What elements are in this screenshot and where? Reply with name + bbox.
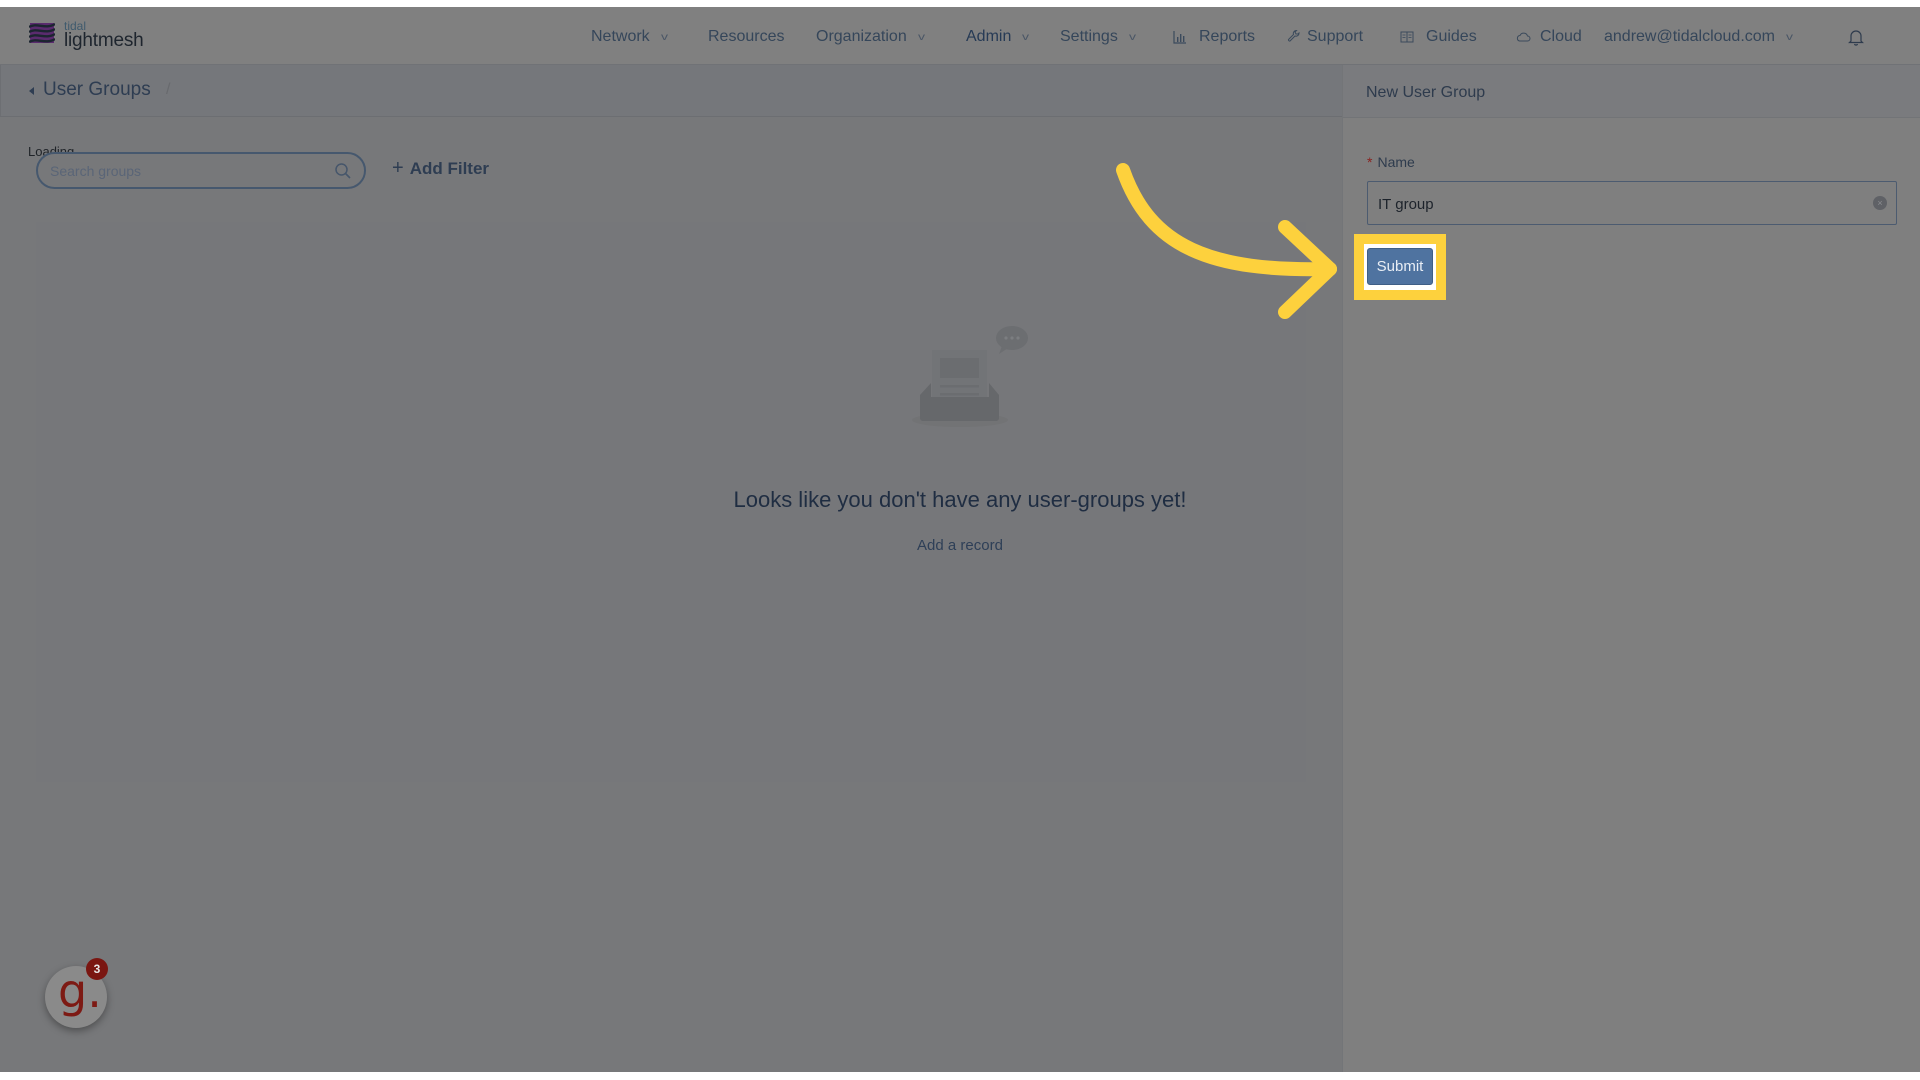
help-widget-button[interactable]: g. 3 <box>45 958 108 1028</box>
nav-network-label: Network <box>591 28 650 45</box>
user-menu[interactable]: andrew@tidalcloud.com v <box>1604 27 1793 47</box>
search-icon[interactable] <box>334 162 352 180</box>
nav-resources-label: Resources <box>708 28 785 45</box>
nav-admin[interactable]: Admin v <box>966 27 1030 47</box>
plus-icon: + <box>392 157 404 179</box>
nav-reports[interactable]: Reports <box>1173 27 1255 47</box>
logo[interactable]: tidal lightmesh <box>29 18 149 54</box>
add-filter-label: Add Filter <box>409 158 490 178</box>
nav-cloud-label: Cloud <box>1540 28 1582 45</box>
bar-chart-icon <box>1173 31 1186 44</box>
nav-support[interactable]: Support <box>1287 27 1363 47</box>
nav-organization[interactable]: Organization v <box>816 27 925 47</box>
user-email: andrew@tidalcloud.com <box>1604 28 1775 45</box>
cloud-icon <box>1516 32 1531 42</box>
notifications-button[interactable] <box>1848 27 1864 47</box>
panel-header: New User Group <box>1343 65 1920 118</box>
lightmesh-logo-icon <box>29 22 55 44</box>
name-label-text: Name <box>1377 154 1415 170</box>
empty-inbox-illustration <box>912 326 1028 427</box>
app-screen: tidal lightmesh Network v Resources Orga… <box>0 7 1920 1072</box>
breadcrumb: User Groups / <box>0 65 1342 117</box>
bell-icon <box>1848 29 1864 46</box>
chevron-down-icon: v <box>660 31 668 43</box>
breadcrumb-separator: / <box>166 81 171 98</box>
submit-highlight-inner: Submit <box>1364 244 1436 290</box>
panel-title: New User Group <box>1366 84 1486 101</box>
top-nav-bar: tidal lightmesh Network v Resources Orga… <box>0 7 1920 65</box>
book-icon <box>1400 31 1414 43</box>
clear-input-icon[interactable]: × <box>1873 196 1887 210</box>
page-title[interactable]: User Groups <box>43 79 151 101</box>
chevron-down-icon: v <box>1786 31 1793 43</box>
new-user-group-panel: New User Group *Name × <box>1342 65 1920 1072</box>
nav-admin-label: Admin <box>966 28 1012 45</box>
nav-resources[interactable]: Resources <box>708 27 784 47</box>
required-marker: * <box>1367 154 1373 170</box>
submit-highlight-box: Submit <box>1354 234 1446 300</box>
nav-network[interactable]: Network v <box>591 27 668 47</box>
name-field[interactable]: × <box>1367 181 1897 225</box>
nav-organization-label: Organization <box>816 28 907 45</box>
search-input[interactable] <box>50 162 320 180</box>
name-field-label: * Name <box>1367 154 1415 170</box>
nav-cloud[interactable]: Cloud <box>1516 27 1582 47</box>
nav-settings[interactable]: Settings v <box>1060 27 1136 47</box>
nav-settings-label: Settings <box>1060 28 1118 45</box>
chevron-down-icon: v <box>1128 31 1136 43</box>
nav-reports-label: Reports <box>1199 28 1256 45</box>
submit-button[interactable]: Submit <box>1367 248 1433 285</box>
back-arrow-icon[interactable] <box>29 87 34 95</box>
nav-guides-label: Guides <box>1426 28 1477 45</box>
notification-count-badge: 3 <box>86 958 108 980</box>
chevron-down-icon: v <box>1022 31 1030 43</box>
search-groups[interactable] <box>36 152 366 189</box>
add-filter-button[interactable]: + Add Filter <box>392 157 489 180</box>
nav-support-label: Support <box>1307 28 1364 45</box>
nav-guides[interactable]: Guides <box>1400 27 1477 47</box>
wrench-icon <box>1287 30 1300 42</box>
logo-text-lightmesh: lightmesh <box>64 30 144 51</box>
name-input[interactable] <box>1378 194 1858 214</box>
chevron-down-icon: v <box>917 31 925 43</box>
